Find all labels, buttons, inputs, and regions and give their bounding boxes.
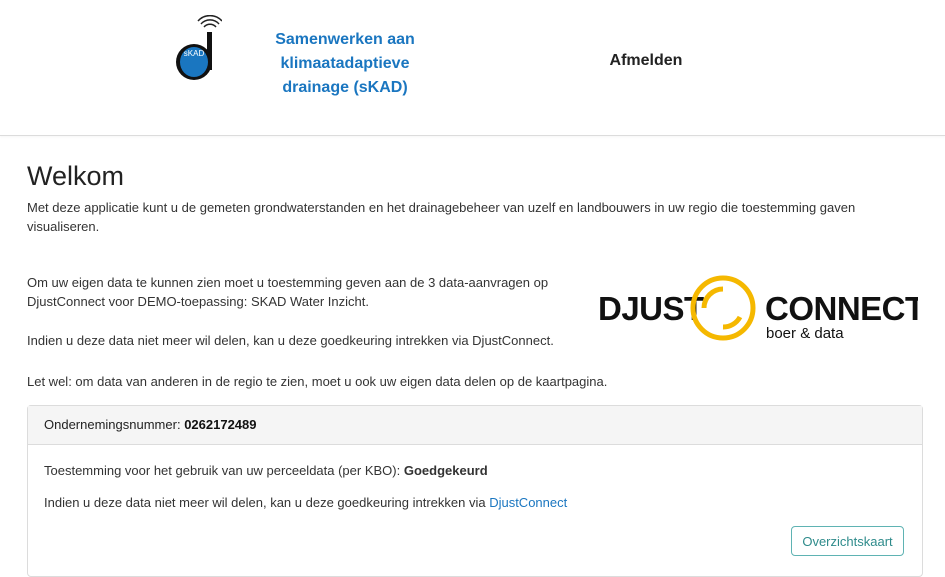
- skad-logo[interactable]: sKAD: [170, 15, 222, 85]
- permission-row: Toestemming voor het gebruik van uw perc…: [44, 463, 488, 478]
- intro-text: Met deze applicatie kunt u de gemeten gr…: [27, 200, 856, 234]
- permission-label: Toestemming voor het gebruik van uw perc…: [44, 463, 401, 478]
- djust-logo-word1: DJUST: [598, 290, 704, 327]
- card-header: Ondernemingsnummer: 0262172489: [28, 406, 922, 445]
- company-number-value: 0262172489: [184, 417, 257, 432]
- app-title-line: drainage (sKAD): [282, 79, 408, 96]
- app-title[interactable]: Samenwerken aan klimaatadaptieve drainag…: [265, 28, 425, 100]
- company-number-label: Ondernemingsnummer:: [44, 417, 181, 432]
- revoke-row: Indien u deze data niet meer wil delen, …: [44, 495, 567, 510]
- permission-status: Goedgekeurd: [403, 463, 488, 478]
- overview-map-button[interactable]: Overzichtskaart: [791, 526, 904, 556]
- share-note: Let wel: om data van anderen in de regio…: [27, 374, 608, 389]
- djustconnect-logo: DJUST CONNECT boer & data: [598, 275, 918, 342]
- company-card: Ondernemingsnummer: 0262172489 Toestemmi…: [27, 405, 923, 577]
- page-title: Welkom: [27, 161, 125, 191]
- logout-link[interactable]: Afmelden: [590, 52, 702, 70]
- welcome-section: Welkom: [27, 158, 922, 194]
- top-header: sKAD Samenwerken aan klimaatadaptieve dr…: [0, 0, 945, 136]
- consent-text: Om uw eigen data te kunnen zien moet u t…: [27, 275, 549, 309]
- skad-logo-text: sKAD: [184, 49, 205, 58]
- app-title-line: klimaatadaptieve: [280, 55, 410, 72]
- app-title-line: Samenwerken aan: [275, 31, 415, 48]
- revoke-text: Indien u deze data niet meer wil delen, …: [27, 333, 554, 348]
- djustconnect-link[interactable]: DjustConnect: [489, 495, 567, 510]
- djust-logo-tagline: boer & data: [766, 325, 844, 342]
- djust-logo-word2: CONNECT: [765, 290, 918, 327]
- revoke-prefix: Indien u deze data niet meer wil delen, …: [44, 495, 490, 510]
